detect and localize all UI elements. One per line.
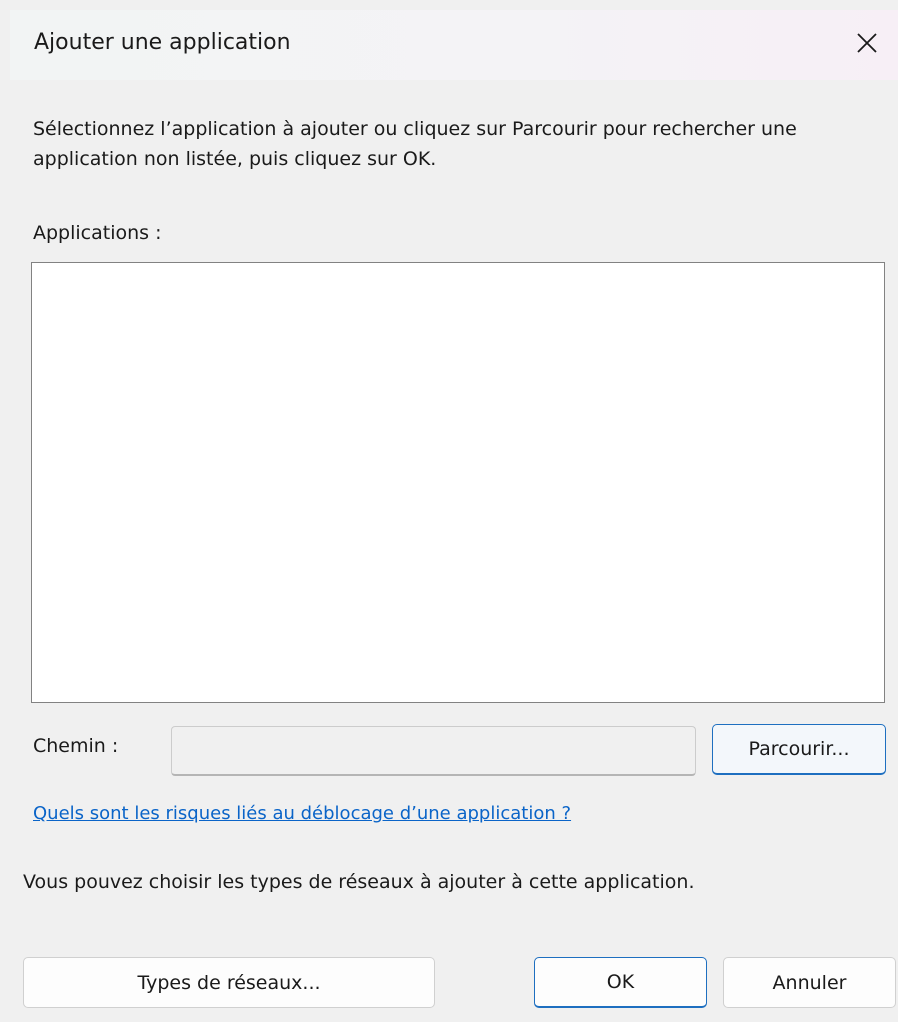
dialog-title: Ajouter une application bbox=[34, 30, 291, 55]
instructions-text: Sélectionnez l’application à ajouter ou … bbox=[33, 118, 797, 170]
path-input[interactable] bbox=[171, 726, 696, 776]
add-application-dialog: Ajouter une application Sélectionnez l’a… bbox=[0, 0, 898, 1022]
cancel-button[interactable]: Annuler bbox=[723, 957, 896, 1008]
network-types-button[interactable]: Types de réseaux... bbox=[23, 957, 435, 1008]
close-button[interactable] bbox=[842, 18, 892, 68]
title-bar: Ajouter une application bbox=[10, 10, 898, 80]
ok-button[interactable]: OK bbox=[534, 957, 707, 1008]
applications-label: Applications : bbox=[33, 222, 162, 244]
close-icon bbox=[857, 33, 877, 53]
path-label: Chemin : bbox=[33, 735, 119, 757]
browse-button[interactable]: Parcourir... bbox=[712, 724, 886, 775]
unblock-risks-link[interactable]: Quels sont les risques liés au déblocage… bbox=[33, 803, 571, 824]
network-types-info: Vous pouvez choisir les types de réseaux… bbox=[23, 871, 695, 893]
applications-list[interactable] bbox=[31, 262, 885, 703]
